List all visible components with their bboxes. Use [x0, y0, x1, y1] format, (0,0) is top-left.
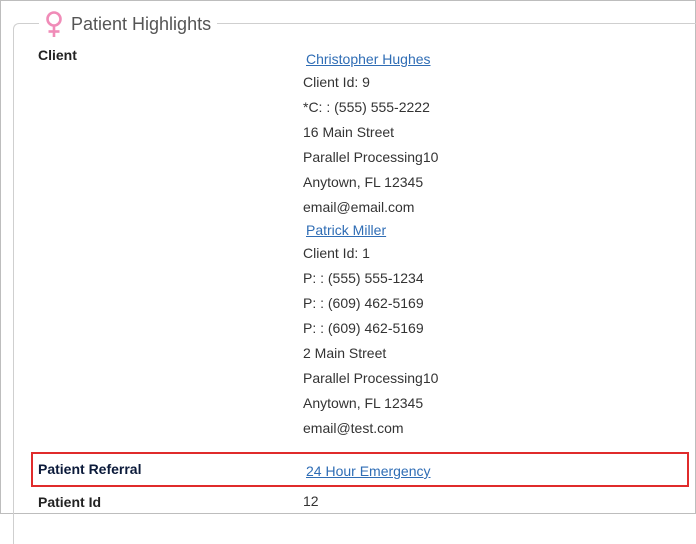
client-phone: *C: : (555) 555-2222 [303, 99, 430, 115]
female-symbol-icon [46, 11, 62, 37]
client-name-link[interactable]: Christopher Hughes [306, 51, 431, 67]
patient-highlights-panel: Patient Highlights Client Christopher Hu… [0, 0, 696, 544]
client-address-line: Parallel Processing10 [303, 149, 439, 165]
client-id: Client Id: 9 [303, 74, 370, 90]
referral-link[interactable]: 24 Hour Emergency [306, 463, 431, 479]
panel-legend: Patient Highlights [39, 9, 218, 39]
client-phone: P: : (609) 462-5169 [303, 295, 424, 311]
client-label: Client [38, 47, 77, 63]
client-phone: P: : (609) 462-5169 [303, 320, 424, 336]
patient-id-label: Patient Id [38, 494, 102, 510]
client-address-line: Anytown, FL 12345 [303, 174, 424, 190]
client-email: email@email.com [303, 199, 415, 215]
client-email: email@test.com [303, 420, 404, 436]
client-address-line: 16 Main Street [303, 124, 395, 140]
referral-label: Patient Referral [38, 461, 142, 477]
client-address-line: Anytown, FL 12345 [303, 395, 424, 411]
client-phone: P: : (555) 555-1234 [303, 270, 424, 286]
patient-id-value: 12 [303, 493, 319, 509]
client-address-line: 2 Main Street [303, 345, 387, 361]
client-id: Client Id: 1 [303, 245, 370, 261]
panel-title: Patient Highlights [71, 13, 212, 34]
client-address-line: Parallel Processing10 [303, 370, 439, 386]
client-name-link[interactable]: Patrick Miller [306, 222, 386, 238]
